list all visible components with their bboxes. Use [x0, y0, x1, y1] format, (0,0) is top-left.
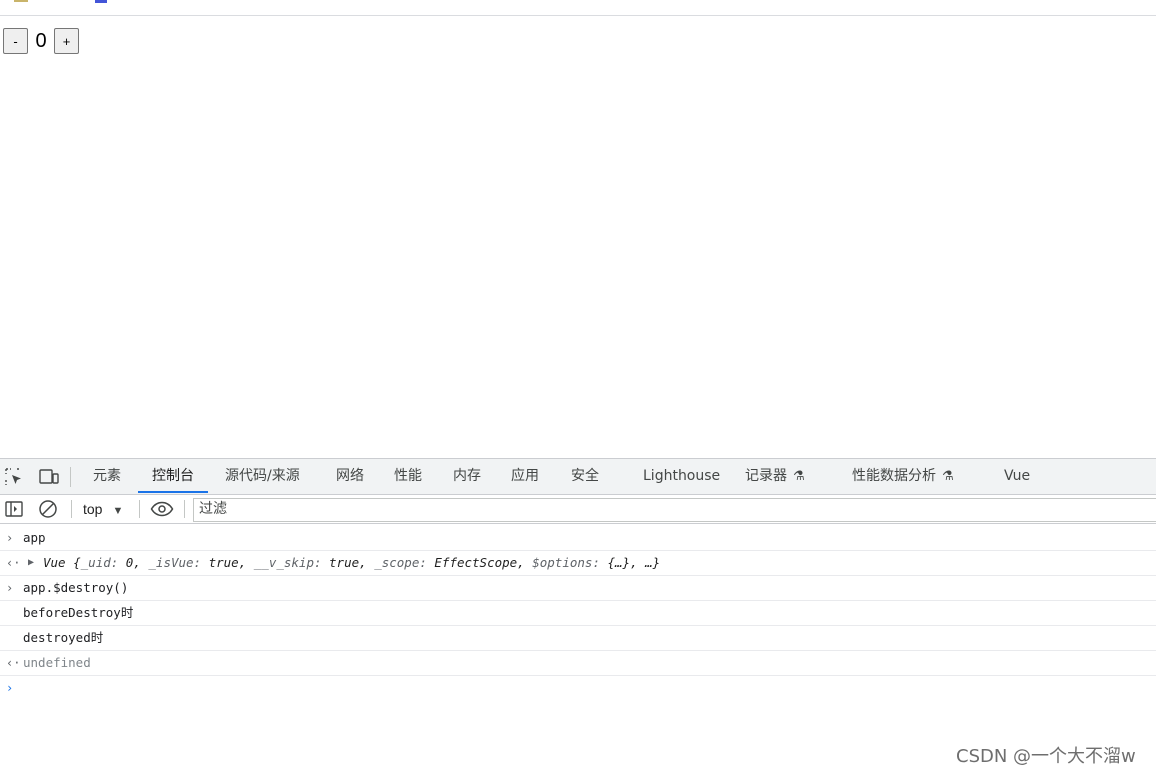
toolbar-divider	[184, 500, 185, 518]
toolbar-divider	[139, 500, 140, 518]
tab-elements[interactable]: 元素	[93, 459, 121, 493]
sidebar-toggle-icon[interactable]	[4, 499, 24, 519]
console-line: destroyed时	[0, 626, 1156, 651]
console-return-value: undefined	[23, 655, 91, 670]
flask-icon: ⚗	[793, 469, 805, 484]
filter-box	[193, 498, 1156, 522]
inspect-element-icon[interactable]	[4, 467, 24, 487]
tab-memory[interactable]: 内存	[453, 459, 481, 493]
console-line: beforeDestroy时	[0, 601, 1156, 626]
header-fragment	[14, 0, 28, 2]
console-output: › app ‹· ▶ Vue {_uid: 0, _isVue: true, _…	[0, 526, 1156, 702]
tab-lighthouse[interactable]: Lighthouse	[643, 459, 720, 493]
tab-security[interactable]: 安全	[571, 459, 599, 493]
header-fragment	[95, 0, 107, 3]
tab-performance-insights[interactable]: 性能数据分析 ⚗	[852, 459, 954, 493]
console-line: ‹· undefined	[0, 651, 1156, 676]
return-arrow-icon: ‹·	[6, 656, 21, 670]
tab-recorder[interactable]: 记录器 ⚗	[745, 459, 805, 493]
expand-triangle-icon[interactable]: ▶	[28, 551, 34, 575]
console-line: › app.$destroy()	[0, 576, 1156, 601]
flask-icon: ⚗	[942, 469, 954, 484]
watermark: CSDN @一个大不溜w	[956, 746, 1136, 767]
filter-input[interactable]	[194, 499, 1139, 519]
tab-console[interactable]: 控制台	[138, 459, 208, 493]
console-toolbar: top ▼	[0, 495, 1156, 524]
console-input-text: app.$destroy()	[23, 580, 129, 595]
devtools-panel: 元素 控制台 源代码/来源 网络 性能 内存 应用 安全 Lighthouse …	[0, 458, 1156, 774]
tab-recorder-label: 记录器	[745, 468, 787, 484]
device-toolbar-icon[interactable]	[38, 467, 59, 487]
increment-button[interactable]: +	[54, 28, 79, 54]
counter-value: 0	[35, 29, 47, 52]
chevron-right-icon: ›	[6, 531, 14, 545]
tab-performance[interactable]: 性能	[394, 459, 422, 493]
caret-down-icon: ▼	[112, 505, 124, 517]
live-expression-eye-icon[interactable]	[150, 499, 174, 519]
console-line[interactable]: ‹· ▶ Vue {_uid: 0, _isVue: true, __v_ski…	[0, 551, 1156, 576]
counter: - 0 +	[3, 28, 79, 54]
devtools-tab-bar: 元素 控制台 源代码/来源 网络 性能 内存 应用 安全 Lighthouse …	[0, 459, 1156, 495]
tab-vue[interactable]: Vue	[1004, 459, 1030, 493]
console-input-text: app	[23, 530, 46, 545]
console-line: › app	[0, 526, 1156, 551]
toolbar-divider	[71, 500, 72, 518]
prompt-chevron-icon: ›	[6, 681, 14, 695]
context-selector-value: top	[83, 501, 103, 517]
console-prompt[interactable]: ›	[0, 676, 1156, 702]
clear-console-icon[interactable]	[38, 499, 58, 519]
console-object-preview[interactable]: Vue {_uid: 0, _isVue: true, __v_skip: tr…	[43, 551, 660, 575]
tab-application[interactable]: 应用	[511, 459, 539, 493]
decrement-button[interactable]: -	[3, 28, 28, 54]
tab-sources[interactable]: 源代码/来源	[225, 459, 300, 493]
context-selector[interactable]: top ▼	[83, 499, 123, 519]
tab-network[interactable]: 网络	[336, 459, 364, 493]
chevron-right-icon: ›	[6, 581, 14, 595]
page-header-strip	[0, 0, 1156, 16]
console-log-text: beforeDestroy时	[23, 605, 134, 620]
return-arrow-icon: ‹·	[6, 556, 21, 570]
tab-bar-divider	[70, 467, 71, 487]
tab-performance-insights-label: 性能数据分析	[852, 468, 936, 484]
console-log-text: destroyed时	[23, 630, 104, 645]
